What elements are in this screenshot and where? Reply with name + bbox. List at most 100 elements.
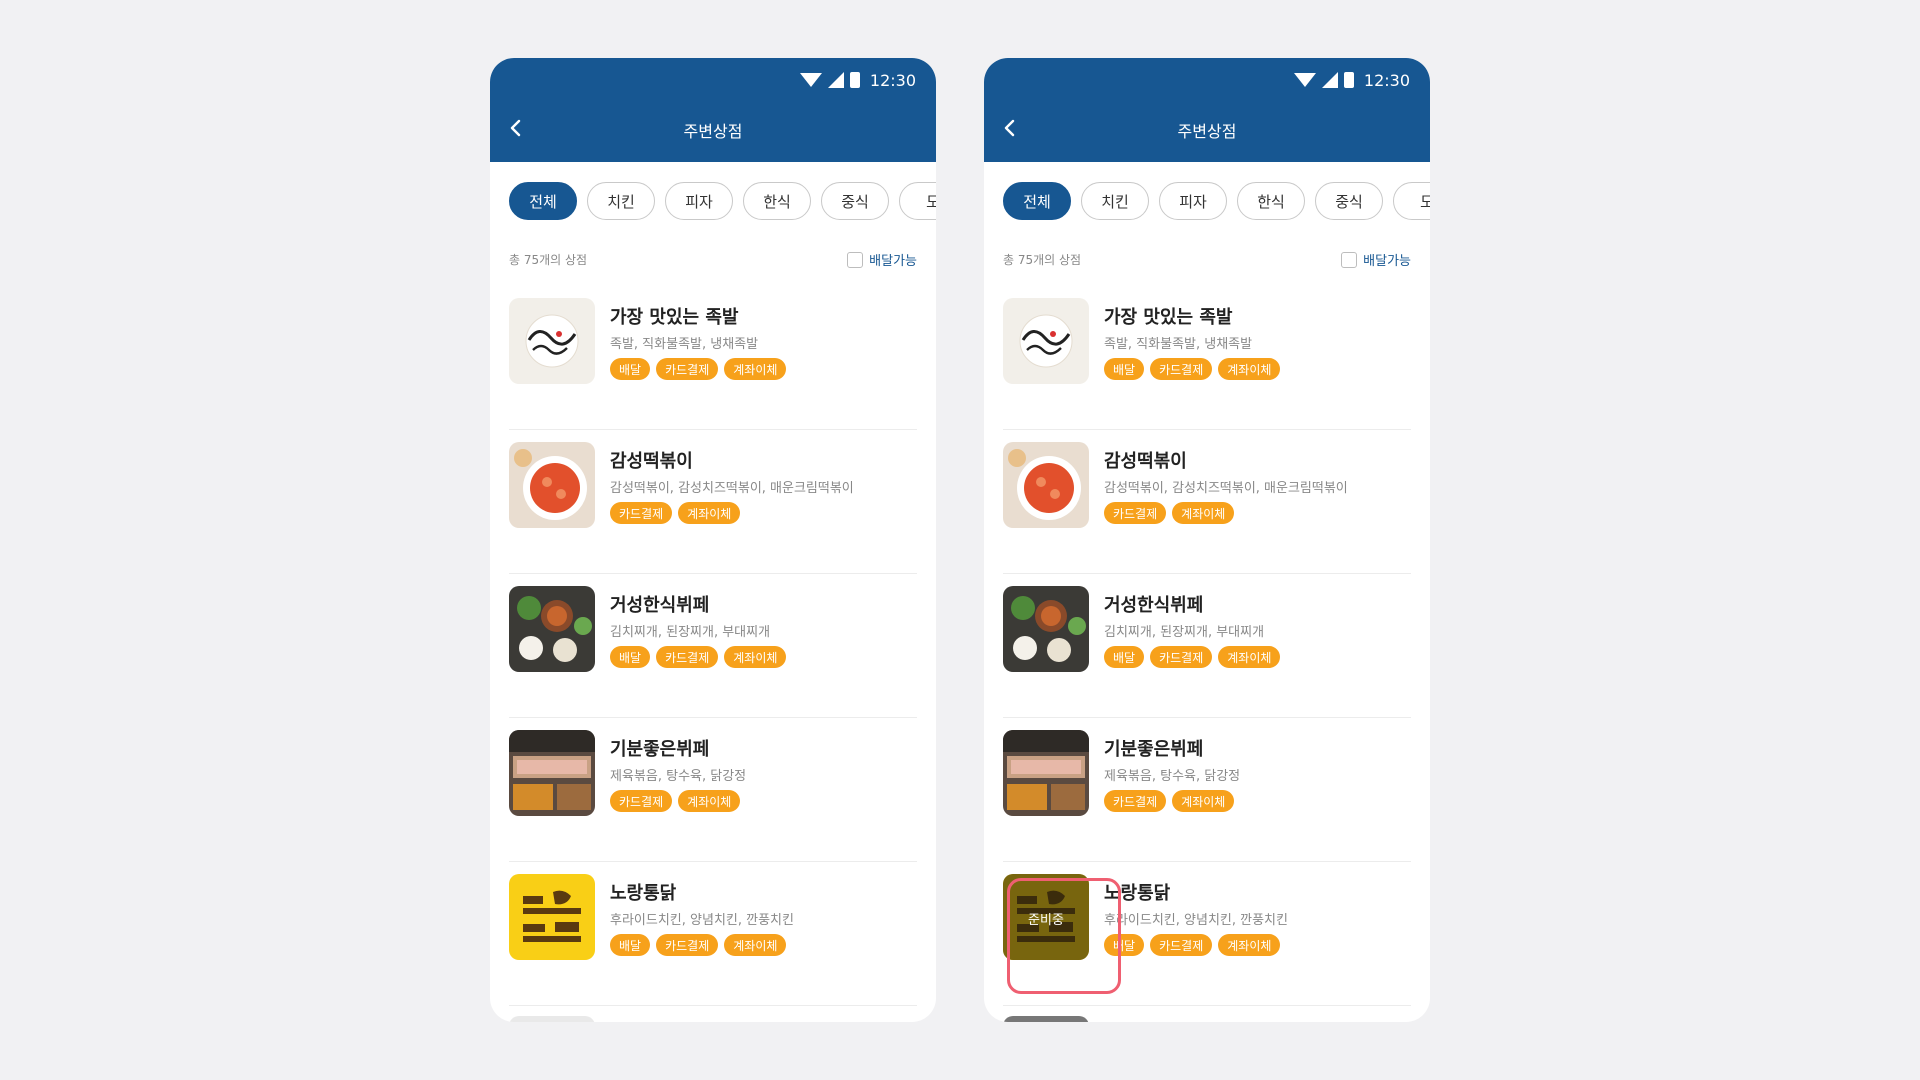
tag-card-payment: 카드결제 bbox=[1104, 502, 1167, 524]
store-row[interactable]: 기분좋은뷔페 제육볶음, 탕수육, 닭강정 카드결제 계좌이체 bbox=[509, 718, 917, 862]
phone-screen-normal: 12:30 주변상점 전체 치킨 피자 한식 중식 도 총 75개의 상점 배달… bbox=[490, 58, 936, 1022]
category-chip-chinese[interactable]: 중식 bbox=[1315, 182, 1383, 220]
delivery-checkbox[interactable] bbox=[1341, 251, 1358, 268]
store-name: 노랑통닭 bbox=[610, 883, 677, 904]
cellular-signal-icon bbox=[1321, 72, 1338, 88]
jokbal-logo-icon bbox=[509, 298, 595, 384]
app-bar: 12:30 주변상점 bbox=[984, 58, 1430, 162]
app-bar: 12:30 주변상점 bbox=[490, 58, 936, 162]
store-tags: 배달 카드결제 계좌이체 bbox=[1104, 646, 1281, 668]
store-menu: 제육볶음, 탕수육, 닭강정 bbox=[1104, 769, 1241, 784]
category-chip-all[interactable]: 전체 bbox=[509, 182, 577, 220]
store-list: 가장 맛있는 족발 족발, 직화불족발, 냉채족발 배달 카드결제 계좌이체 감… bbox=[509, 286, 917, 1006]
wifi-icon bbox=[1293, 73, 1316, 87]
store-count: 총 75개의 상점 bbox=[1003, 253, 1082, 267]
store-row[interactable]: 거성한식뷔페 김치찌개, 된장찌개, 부대찌개 배달 카드결제 계좌이체 bbox=[509, 574, 917, 718]
category-chip-more[interactable]: 도 bbox=[899, 182, 936, 220]
store-row[interactable]: 감성떡볶이 감성떡볶이, 감성치즈떡볶이, 매운크림떡볶이 카드결제 계좌이체 bbox=[509, 430, 917, 574]
buffet-photo-icon bbox=[509, 730, 595, 816]
store-name: 가장 맛있는 족발 bbox=[1104, 307, 1233, 328]
category-chip-korean[interactable]: 한식 bbox=[743, 182, 811, 220]
store-tags: 배달 카드결제 계좌이체 bbox=[610, 934, 787, 956]
store-menu: 김치찌개, 된장찌개, 부대찌개 bbox=[610, 625, 771, 640]
status-time: 12:30 bbox=[869, 70, 916, 90]
tag-delivery: 배달 bbox=[1104, 646, 1145, 668]
category-chip-chinese[interactable]: 중식 bbox=[821, 182, 889, 220]
tteokbokki-photo-icon bbox=[509, 442, 595, 528]
delivery-filter[interactable]: 배달가능 bbox=[1341, 250, 1411, 269]
store-tags: 카드결제 계좌이체 bbox=[1104, 790, 1235, 812]
delivery-filter-label: 배달가능 bbox=[1363, 254, 1411, 269]
store-name: 감성떡볶이 bbox=[610, 451, 693, 472]
battery-icon bbox=[849, 72, 860, 88]
delivery-checkbox[interactable] bbox=[847, 251, 864, 268]
store-row[interactable]: 가장 맛있는 족발 족발, 직화불족발, 냉채족발 배달 카드결제 계좌이체 bbox=[1003, 286, 1411, 430]
tag-card-payment: 카드결제 bbox=[610, 790, 673, 812]
status-bar: 12:30 bbox=[799, 70, 916, 90]
tag-bank-transfer: 계좌이체 bbox=[1218, 646, 1281, 668]
store-tags: 배달 카드결제 계좌이체 bbox=[610, 358, 787, 380]
status-bar: 12:30 bbox=[1293, 70, 1410, 90]
tag-card-payment: 카드결제 bbox=[656, 934, 719, 956]
tag-delivery: 배달 bbox=[1104, 358, 1145, 380]
delivery-filter[interactable]: 배달가능 bbox=[847, 250, 917, 269]
store-menu: 족발, 직화불족발, 냉채족발 bbox=[610, 337, 759, 352]
phone-screen-preparing: 12:30 주변상점 전체 치킨 피자 한식 중식 도 총 75개의 상점 배달… bbox=[984, 58, 1430, 1022]
list-summary: 총 75개의 상점 배달가능 bbox=[509, 250, 917, 269]
store-row[interactable]: 준비중 노랑통닭 후라이드치킨, 양념치킨, 깐풍치킨 배달 카드결제 계좌이체 bbox=[1003, 862, 1411, 1006]
tag-delivery: 배달 bbox=[610, 358, 651, 380]
tag-card-payment: 카드결제 bbox=[1104, 790, 1167, 812]
category-chip-korean[interactable]: 한식 bbox=[1237, 182, 1305, 220]
tag-card-payment: 카드결제 bbox=[1150, 358, 1213, 380]
store-tags: 카드결제 계좌이체 bbox=[1104, 502, 1235, 524]
store-menu: 제육볶음, 탕수육, 닭강정 bbox=[610, 769, 747, 784]
store-row[interactable]: 감성떡볶이 감성떡볶이, 감성치즈떡볶이, 매운크림떡볶이 카드결제 계좌이체 bbox=[1003, 430, 1411, 574]
next-store-thumb-partial bbox=[509, 1016, 595, 1022]
store-row[interactable]: 가장 맛있는 족발 족발, 직화불족발, 냉채족발 배달 카드결제 계좌이체 bbox=[509, 286, 917, 430]
store-row[interactable]: 기분좋은뷔페 제육볶음, 탕수육, 닭강정 카드결제 계좌이체 bbox=[1003, 718, 1411, 862]
store-list: 가장 맛있는 족발 족발, 직화불족발, 냉채족발 배달 카드결제 계좌이체 감… bbox=[1003, 286, 1411, 1006]
category-chip-more[interactable]: 도 bbox=[1393, 182, 1430, 220]
wifi-icon bbox=[799, 73, 822, 87]
buffet-photo-icon bbox=[1003, 730, 1089, 816]
delivery-filter-label: 배달가능 bbox=[869, 254, 917, 269]
store-row[interactable]: 노랑통닭 후라이드치킨, 양념치킨, 깐풍치킨 배달 카드결제 계좌이체 bbox=[509, 862, 917, 1006]
category-chip-chicken[interactable]: 치킨 bbox=[587, 182, 655, 220]
tag-delivery: 배달 bbox=[610, 934, 651, 956]
highlight-frame bbox=[1007, 878, 1121, 994]
category-chip-all[interactable]: 전체 bbox=[1003, 182, 1071, 220]
tag-bank-transfer: 계좌이체 bbox=[1218, 358, 1281, 380]
store-name: 가장 맛있는 족발 bbox=[610, 307, 739, 328]
store-menu: 후라이드치킨, 양념치킨, 깐풍치킨 bbox=[610, 913, 794, 928]
store-tags: 카드결제 계좌이체 bbox=[610, 790, 741, 812]
store-menu: 감성떡볶이, 감성치즈떡볶이, 매운크림떡볶이 bbox=[1104, 481, 1348, 496]
korean-buffet-photo-icon bbox=[1003, 586, 1089, 672]
category-chip-chicken[interactable]: 치킨 bbox=[1081, 182, 1149, 220]
store-name: 기분좋은뷔페 bbox=[610, 739, 710, 760]
tag-bank-transfer: 계좌이체 bbox=[724, 646, 787, 668]
jokbal-logo-icon bbox=[1003, 298, 1089, 384]
category-tabs: 전체 치킨 피자 한식 중식 도 bbox=[1003, 182, 1430, 220]
store-menu: 족발, 직화불족발, 냉채족발 bbox=[1104, 337, 1253, 352]
korean-buffet-photo-icon bbox=[509, 586, 595, 672]
store-menu: 후라이드치킨, 양념치킨, 깐풍치킨 bbox=[1104, 913, 1288, 928]
tag-card-payment: 카드결제 bbox=[1150, 934, 1213, 956]
tag-delivery: 배달 bbox=[610, 646, 651, 668]
store-tags: 배달 카드결제 계좌이체 bbox=[610, 646, 787, 668]
tag-bank-transfer: 계좌이체 bbox=[1218, 934, 1281, 956]
store-menu: 김치찌개, 된장찌개, 부대찌개 bbox=[1104, 625, 1265, 640]
tag-bank-transfer: 계좌이체 bbox=[724, 934, 787, 956]
store-row[interactable]: 거성한식뷔페 김치찌개, 된장찌개, 부대찌개 배달 카드결제 계좌이체 bbox=[1003, 574, 1411, 718]
store-count: 총 75개의 상점 bbox=[509, 253, 588, 267]
tag-card-payment: 카드결제 bbox=[656, 358, 719, 380]
tag-bank-transfer: 계좌이체 bbox=[724, 358, 787, 380]
store-tags: 배달 카드결제 계좌이체 bbox=[1104, 934, 1281, 956]
tag-bank-transfer: 계좌이체 bbox=[1172, 790, 1235, 812]
tag-card-payment: 카드결제 bbox=[610, 502, 673, 524]
store-name: 거성한식뷔페 bbox=[1104, 595, 1204, 616]
cellular-signal-icon bbox=[827, 72, 844, 88]
status-time: 12:30 bbox=[1363, 70, 1410, 90]
norang-chicken-logo-icon bbox=[509, 874, 595, 960]
category-chip-pizza[interactable]: 피자 bbox=[665, 182, 733, 220]
category-chip-pizza[interactable]: 피자 bbox=[1159, 182, 1227, 220]
